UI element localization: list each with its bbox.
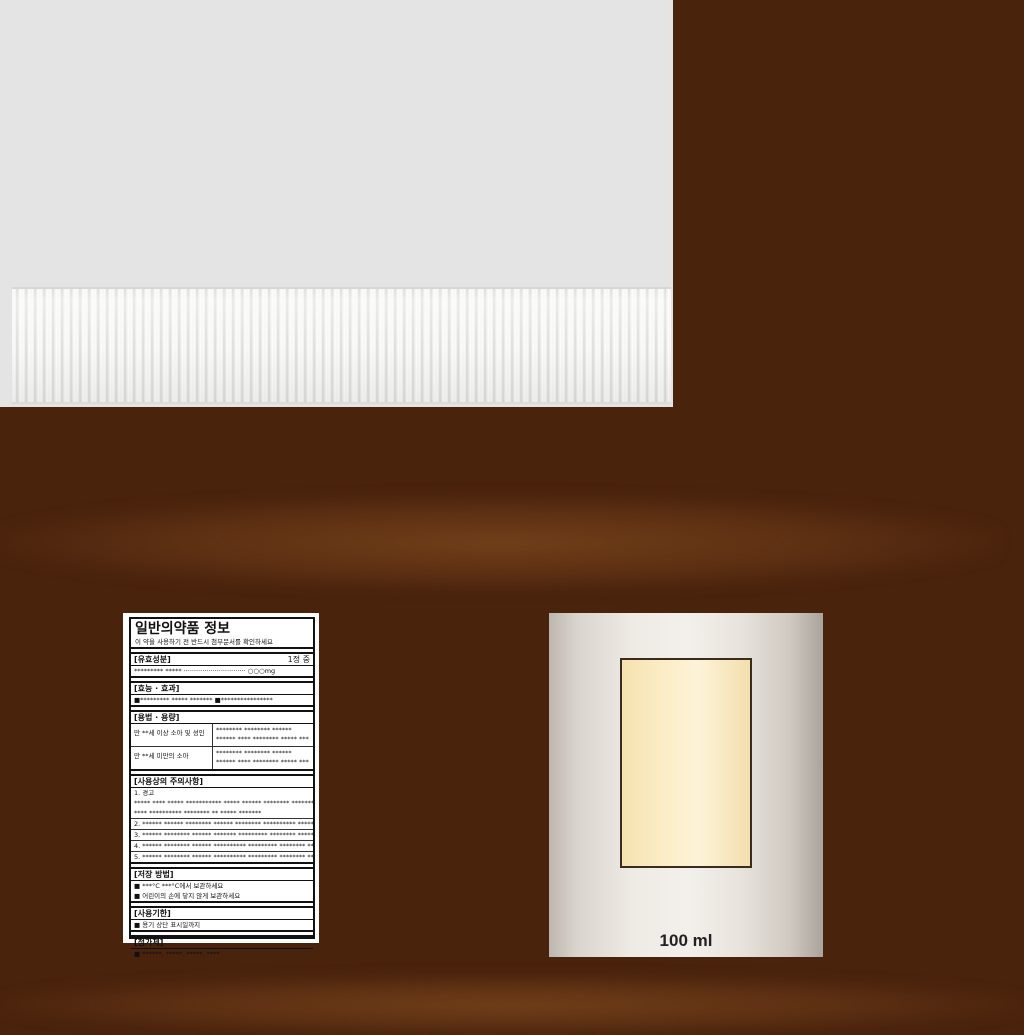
drug-info-frame: 일반의약품 정보 이 약을 사용하기 전 반드시 첨부문서를 확인하세요 [유효…	[129, 617, 315, 958]
efficacy-heading: [효능 · 효과]	[131, 683, 313, 695]
dosage-text: ******** ******** ****** ****** **** ***…	[216, 749, 309, 766]
precaution-row: 4. ****** ******** ****** ********** ***…	[131, 841, 313, 852]
bottle-label: 100 ml	[549, 613, 823, 957]
expiry-heading: [사용기한]	[131, 908, 313, 920]
dosage-who: 만 **세 이상 소아 및 성인	[131, 724, 213, 747]
precaution-row: 1. 경고	[134, 789, 155, 797]
background-glow-band-bottom	[0, 975, 1024, 1035]
ingredient-per-unit: 1정 중	[287, 655, 310, 664]
section-ingredient: [유효성분] 1정 중 ********* ***** ············…	[131, 652, 313, 678]
section-precautions: [사용상의 주의사항] 1. 경고 ***** **** ***** *****…	[131, 774, 313, 864]
section-dosage: [용법 · 용량] 만 **세 이상 소아 및 성인 ******** ****…	[131, 710, 313, 771]
bottle-window	[620, 658, 752, 868]
storage-heading: [저장 방법]	[131, 869, 313, 881]
ingredient-line: ********* ***** ························…	[134, 667, 276, 675]
volume-text: 100 ml	[659, 931, 713, 950]
dosage-heading: [용법 · 용량]	[131, 712, 313, 724]
additives-row: ■ ******, *****, *****, ****	[134, 950, 220, 958]
info-title: 일반의약품 정보	[135, 621, 231, 637]
section-storage: [저장 방법] ■ ***°C ***°C에서 보관하세요 ■ 어린이의 손에 …	[131, 867, 313, 903]
efficacy-line: ■********* ***** ******* ■**************…	[134, 696, 273, 704]
drug-info-label: 일반의약품 정보 이 약을 사용하기 전 반드시 첨부문서를 확인하세요 [유효…	[123, 613, 319, 958]
precaution-row: 5. ****** ******** ****** ********** ***…	[134, 853, 313, 861]
expiry-row: ■ 용기 상단 표시일까지	[134, 921, 201, 929]
precaution-row: 3. ****** ******** ****** ******* ******…	[131, 830, 313, 841]
storage-row: ■ 어린이의 손에 닿지 않게 보관하세요	[134, 892, 241, 900]
dosage-text: ******** ******** ****** ****** **** ***…	[213, 724, 313, 747]
ingredient-heading: [유효성분]	[134, 655, 171, 664]
precaution-row: ***** **** ***** *********** ***** *****…	[134, 799, 313, 807]
section-additives: [첨가제] ■ ******, *****, *****, ****	[131, 935, 313, 959]
background-glow-band	[0, 495, 1000, 590]
precaution-row: **** ********** ******** ** ***** ******…	[131, 808, 313, 819]
storage-row: ■ ***°C ***°C에서 보관하세요	[134, 882, 224, 890]
precautions-heading: [사용상의 주의사항]	[131, 776, 313, 788]
precaution-row: 2. ****** ****** ******** ****** *******…	[131, 819, 313, 830]
dosage-table: 만 **세 이상 소아 및 성인 ******** ******** *****…	[131, 724, 313, 769]
additives-heading: [첨가제]	[131, 937, 313, 949]
dosage-who: 만 **세 미만의 소아	[131, 747, 213, 769]
section-efficacy: [효능 · 효과] ■********* ***** ******* ■****…	[131, 681, 313, 707]
cap-ridges	[12, 287, 671, 404]
cap-texture-panel	[0, 0, 673, 407]
info-subtitle: 이 약을 사용하기 전 반드시 첨부문서를 확인하세요	[131, 638, 313, 649]
section-expiry: [사용기한] ■ 용기 상단 표시일까지	[131, 906, 313, 932]
